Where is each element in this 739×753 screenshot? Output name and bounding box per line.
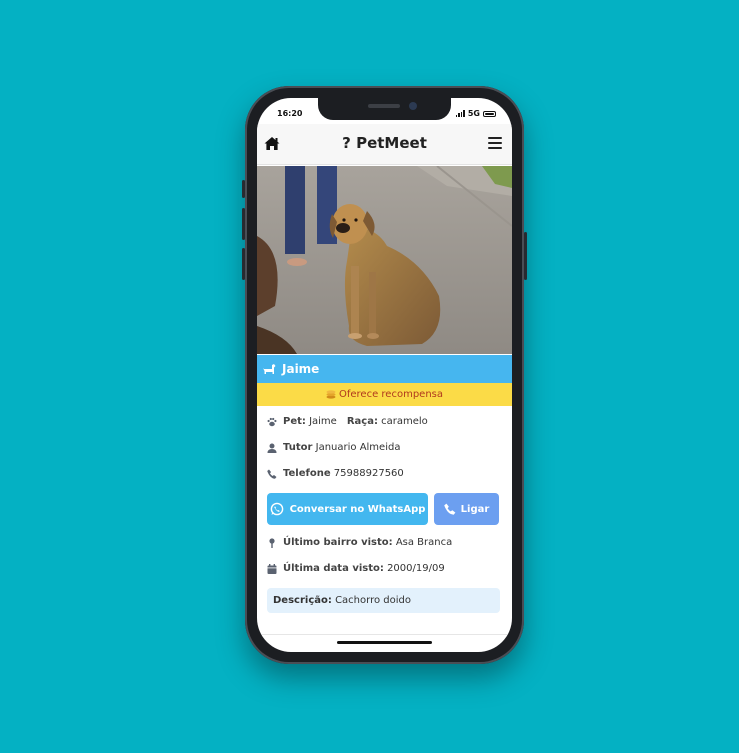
pet-info-row: Pet: Jaime Raça: caramelo bbox=[267, 416, 428, 427]
content-divider bbox=[257, 634, 512, 635]
menu-icon[interactable] bbox=[488, 137, 502, 149]
pet-label: Pet: bbox=[283, 416, 306, 427]
phone-icon bbox=[267, 469, 277, 479]
whatsapp-button-label: Conversar no WhatsApp bbox=[289, 503, 426, 515]
date-value: 2000/19/09 bbox=[387, 563, 445, 574]
description-value: Cachorro doido bbox=[335, 595, 411, 606]
tutor-label: Tutor bbox=[283, 442, 313, 453]
reward-text: Oferece recompensa bbox=[339, 389, 443, 400]
map-pin-icon bbox=[269, 537, 275, 548]
tutor-row: Tutor Januario Almeida bbox=[267, 442, 400, 453]
description-label: Descrição: bbox=[273, 595, 332, 606]
phone-row: Telefone 75988927560 bbox=[267, 468, 404, 479]
pet-name-bar: Jaime bbox=[257, 355, 512, 383]
calendar-icon bbox=[267, 563, 277, 574]
question-icon: ? bbox=[342, 134, 351, 152]
phone-screen: 16:20 5G ? PetMeet Jaime Oferece recompe… bbox=[257, 98, 512, 652]
phone-value: 75988927560 bbox=[333, 468, 404, 479]
status-indicators: 5G bbox=[455, 109, 496, 118]
status-time: 16:20 bbox=[277, 109, 303, 118]
whatsapp-button[interactable]: Conversar no WhatsApp bbox=[267, 493, 428, 525]
date-row: Última data visto: 2000/19/09 bbox=[267, 563, 445, 574]
battery-icon bbox=[483, 110, 496, 117]
signal-icon bbox=[455, 110, 465, 117]
coins-icon bbox=[326, 390, 336, 399]
pet-name-title: Jaime bbox=[282, 362, 320, 376]
brand-name: PetMeet bbox=[356, 134, 427, 152]
call-button-label: Ligar bbox=[460, 503, 490, 515]
pet-value: Jaime bbox=[309, 416, 337, 427]
camera-icon bbox=[409, 102, 417, 110]
phone-call-icon bbox=[443, 503, 456, 515]
breed-label: Raça: bbox=[346, 416, 378, 427]
paw-icon bbox=[267, 417, 277, 426]
breed-value: caramelo bbox=[381, 416, 428, 427]
dog-icon bbox=[263, 364, 276, 374]
speaker-grille bbox=[368, 104, 400, 108]
reward-bar: Oferece recompensa bbox=[257, 383, 512, 406]
phone-notch bbox=[318, 98, 451, 120]
network-label: 5G bbox=[467, 109, 480, 118]
top-navbar: ? PetMeet bbox=[257, 124, 512, 165]
tutor-value: Januario Almeida bbox=[315, 442, 401, 453]
description-box: Descrição: Cachorro doido bbox=[267, 588, 500, 613]
phone-label: Telefone bbox=[283, 468, 331, 479]
whatsapp-icon bbox=[270, 502, 283, 516]
user-icon bbox=[267, 443, 277, 453]
neighborhood-row: Último bairro visto: Asa Branca bbox=[267, 537, 452, 548]
brand-title[interactable]: ? PetMeet bbox=[257, 134, 512, 152]
call-button[interactable]: Ligar bbox=[434, 493, 499, 525]
pet-photo bbox=[257, 166, 512, 354]
date-label: Última data visto: bbox=[283, 563, 384, 574]
home-indicator[interactable] bbox=[337, 641, 432, 644]
neighborhood-value: Asa Branca bbox=[395, 537, 453, 548]
neighborhood-label: Último bairro visto: bbox=[283, 537, 393, 548]
phone-power-button bbox=[524, 232, 527, 280]
